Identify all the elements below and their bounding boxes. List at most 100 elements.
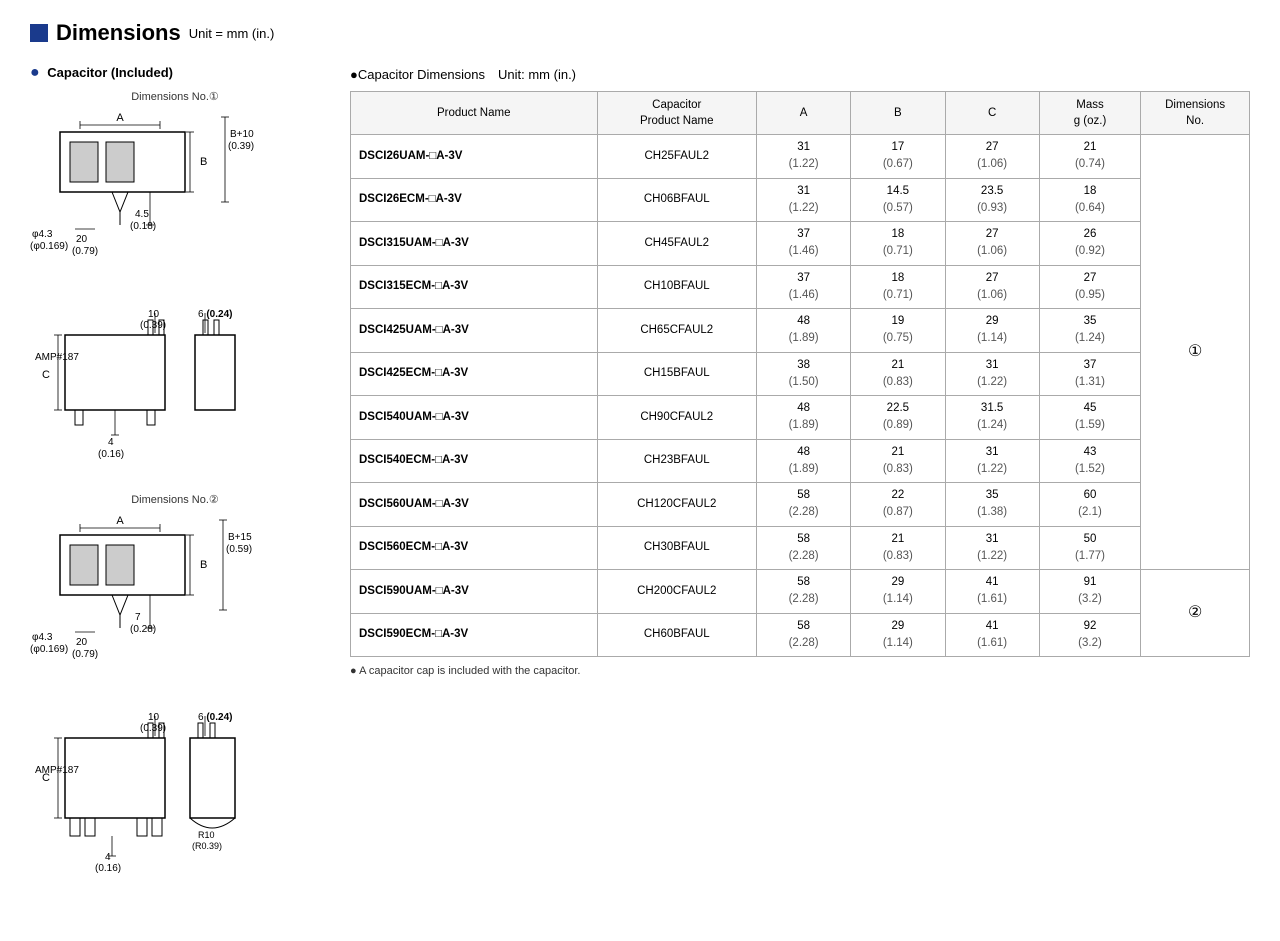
cell-a: 37(1.46) bbox=[757, 222, 851, 266]
cell-a: 31(1.22) bbox=[757, 135, 851, 179]
amp187-svg2: AMP#187 10 (0.39) 6 (0.24) C bbox=[30, 708, 310, 898]
cell-product-name: DSCI26UAM-□A-3V bbox=[351, 135, 598, 179]
cell-cap-product: CH65CFAUL2 bbox=[597, 309, 757, 353]
cell-cap-product: CH23BFAUL bbox=[597, 439, 757, 483]
svg-text:B+10: B+10 bbox=[230, 129, 254, 140]
col-header-c: C bbox=[945, 92, 1039, 135]
cell-c: 31(1.22) bbox=[945, 352, 1039, 396]
table-row: DSCI540UAM-□A-3VCH90CFAUL248(1.89)22.5(0… bbox=[351, 396, 1250, 440]
cell-a: 48(1.89) bbox=[757, 439, 851, 483]
cell-cap-product: CH200CFAUL2 bbox=[597, 570, 757, 614]
cell-a: 48(1.89) bbox=[757, 309, 851, 353]
cell-b: 22.5(0.89) bbox=[851, 396, 945, 440]
cell-c: 29(1.14) bbox=[945, 309, 1039, 353]
cell-mass: 37(1.31) bbox=[1039, 352, 1141, 396]
cell-b: 18(0.71) bbox=[851, 265, 945, 309]
amp187-diagram1: AMP#187 10 (0.39) 6 (0.24) C bbox=[30, 305, 320, 473]
capacitor-section-title: ● Capacitor (Included) bbox=[30, 64, 320, 82]
table-row: DSCI315ECM-□A-3VCH10BFAUL37(1.46)18(0.71… bbox=[351, 265, 1250, 309]
svg-text:10: 10 bbox=[148, 712, 160, 723]
diagram2-container: A B B+15 (0.59) bbox=[30, 510, 320, 688]
cell-mass: 92(3.2) bbox=[1039, 613, 1141, 657]
svg-text:φ4.3: φ4.3 bbox=[32, 229, 53, 240]
cell-cap-product: CH25FAUL2 bbox=[597, 135, 757, 179]
cell-product-name: DSCI590ECM-□A-3V bbox=[351, 613, 598, 657]
svg-text:B: B bbox=[200, 156, 207, 168]
cell-mass: 26(0.92) bbox=[1039, 222, 1141, 266]
svg-text:A: A bbox=[116, 112, 124, 124]
amp187-svg1: AMP#187 10 (0.39) 6 (0.24) C bbox=[30, 305, 310, 470]
diagram2-label: Dimensions No.② bbox=[30, 493, 320, 506]
cell-mass: 45(1.59) bbox=[1039, 396, 1141, 440]
cell-cap-product: CH45FAUL2 bbox=[597, 222, 757, 266]
svg-text:(0.28): (0.28) bbox=[130, 624, 156, 635]
cell-a: 37(1.46) bbox=[757, 265, 851, 309]
cell-product-name: DSCI590UAM-□A-3V bbox=[351, 570, 598, 614]
cell-dim-no: ② bbox=[1141, 570, 1250, 657]
table-row: DSCI560UAM-□A-3VCH120CFAUL258(2.28)22(0.… bbox=[351, 483, 1250, 527]
cell-c: 41(1.61) bbox=[945, 613, 1039, 657]
table-row: DSCI315UAM-□A-3VCH45FAUL237(1.46)18(0.71… bbox=[351, 222, 1250, 266]
col-header-dim-no: DimensionsNo. bbox=[1141, 92, 1250, 135]
cell-c: 23.5(0.93) bbox=[945, 178, 1039, 222]
table-header-label: ●Capacitor Dimensions Unit: mm (in.) bbox=[350, 64, 1250, 83]
col-header-a: A bbox=[757, 92, 851, 135]
page-header: Dimensions Unit = mm (in.) bbox=[30, 20, 1250, 46]
svg-text:C: C bbox=[42, 772, 50, 784]
right-panel: ●Capacitor Dimensions Unit: mm (in.) Pro… bbox=[350, 64, 1250, 677]
cell-b: 17(0.67) bbox=[851, 135, 945, 179]
col-header-cap-product-name: CapacitorProduct Name bbox=[597, 92, 757, 135]
cell-b: 21(0.83) bbox=[851, 352, 945, 396]
cell-product-name: DSCI560ECM-□A-3V bbox=[351, 526, 598, 570]
cell-product-name: DSCI560UAM-□A-3V bbox=[351, 483, 598, 527]
cell-mass: 18(0.64) bbox=[1039, 178, 1141, 222]
cell-c: 27(1.06) bbox=[945, 222, 1039, 266]
svg-text:4: 4 bbox=[108, 437, 114, 448]
cell-b: 29(1.14) bbox=[851, 570, 945, 614]
table-row: DSCI560ECM-□A-3VCH30BFAUL58(2.28)21(0.83… bbox=[351, 526, 1250, 570]
cell-a: 38(1.50) bbox=[757, 352, 851, 396]
table-row: DSCI590ECM-□A-3VCH60BFAUL58(2.28)29(1.14… bbox=[351, 613, 1250, 657]
bullet-icon: ● bbox=[30, 64, 40, 81]
diagram1-label: Dimensions No.① bbox=[30, 90, 320, 103]
cell-c: 31(1.22) bbox=[945, 526, 1039, 570]
table-row: DSCI425UAM-□A-3VCH65CFAUL248(1.89)19(0.7… bbox=[351, 309, 1250, 353]
cell-b: 29(1.14) bbox=[851, 613, 945, 657]
table-row: DSCI26UAM-□A-3VCH25FAUL231(1.22)17(0.67)… bbox=[351, 135, 1250, 179]
cell-product-name: DSCI315ECM-□A-3V bbox=[351, 265, 598, 309]
svg-text:20: 20 bbox=[76, 637, 88, 648]
cell-a: 48(1.89) bbox=[757, 396, 851, 440]
cell-a: 58(2.28) bbox=[757, 570, 851, 614]
table-footnote: ● A capacitor cap is included with the c… bbox=[350, 665, 1250, 677]
svg-text:B+15: B+15 bbox=[228, 532, 252, 543]
svg-text:4: 4 bbox=[105, 852, 111, 863]
cell-a: 58(2.28) bbox=[757, 526, 851, 570]
svg-text:(0.79): (0.79) bbox=[72, 246, 98, 257]
cell-mass: 27(0.95) bbox=[1039, 265, 1141, 309]
cell-c: 31(1.22) bbox=[945, 439, 1039, 483]
amp187-diagram2: AMP#187 10 (0.39) 6 (0.24) C bbox=[30, 708, 320, 901]
table-row: DSCI540ECM-□A-3VCH23BFAUL48(1.89)21(0.83… bbox=[351, 439, 1250, 483]
svg-text:6 (0.24): 6 (0.24) bbox=[198, 309, 232, 320]
cell-cap-product: CH120CFAUL2 bbox=[597, 483, 757, 527]
cell-cap-product: CH30BFAUL bbox=[597, 526, 757, 570]
blue-square-icon bbox=[30, 24, 48, 42]
cell-product-name: DSCI540ECM-□A-3V bbox=[351, 439, 598, 483]
svg-text:4.5: 4.5 bbox=[135, 209, 149, 220]
diagram2-svg: A B B+15 (0.59) bbox=[30, 510, 310, 685]
capacitor-dimensions-table: Product Name CapacitorProduct Name A B C… bbox=[350, 91, 1250, 657]
svg-text:(0.16): (0.16) bbox=[98, 449, 124, 460]
cell-mass: 43(1.52) bbox=[1039, 439, 1141, 483]
svg-text:(0.39): (0.39) bbox=[228, 141, 254, 152]
cell-c: 41(1.61) bbox=[945, 570, 1039, 614]
unit-label: Unit = mm (in.) bbox=[189, 26, 275, 41]
svg-text:(φ0.169): (φ0.169) bbox=[30, 644, 68, 655]
cell-b: 19(0.75) bbox=[851, 309, 945, 353]
svg-text:R10: R10 bbox=[198, 830, 215, 840]
table-row: DSCI590UAM-□A-3VCH200CFAUL258(2.28)29(1.… bbox=[351, 570, 1250, 614]
svg-text:(φ0.169): (φ0.169) bbox=[30, 241, 68, 252]
diagram1-container: Dimensions No.① A B B+10 (0.39) bbox=[30, 90, 320, 285]
cell-c: 27(1.06) bbox=[945, 265, 1039, 309]
cell-b: 14.5(0.57) bbox=[851, 178, 945, 222]
col-header-mass: Massg (oz.) bbox=[1039, 92, 1141, 135]
